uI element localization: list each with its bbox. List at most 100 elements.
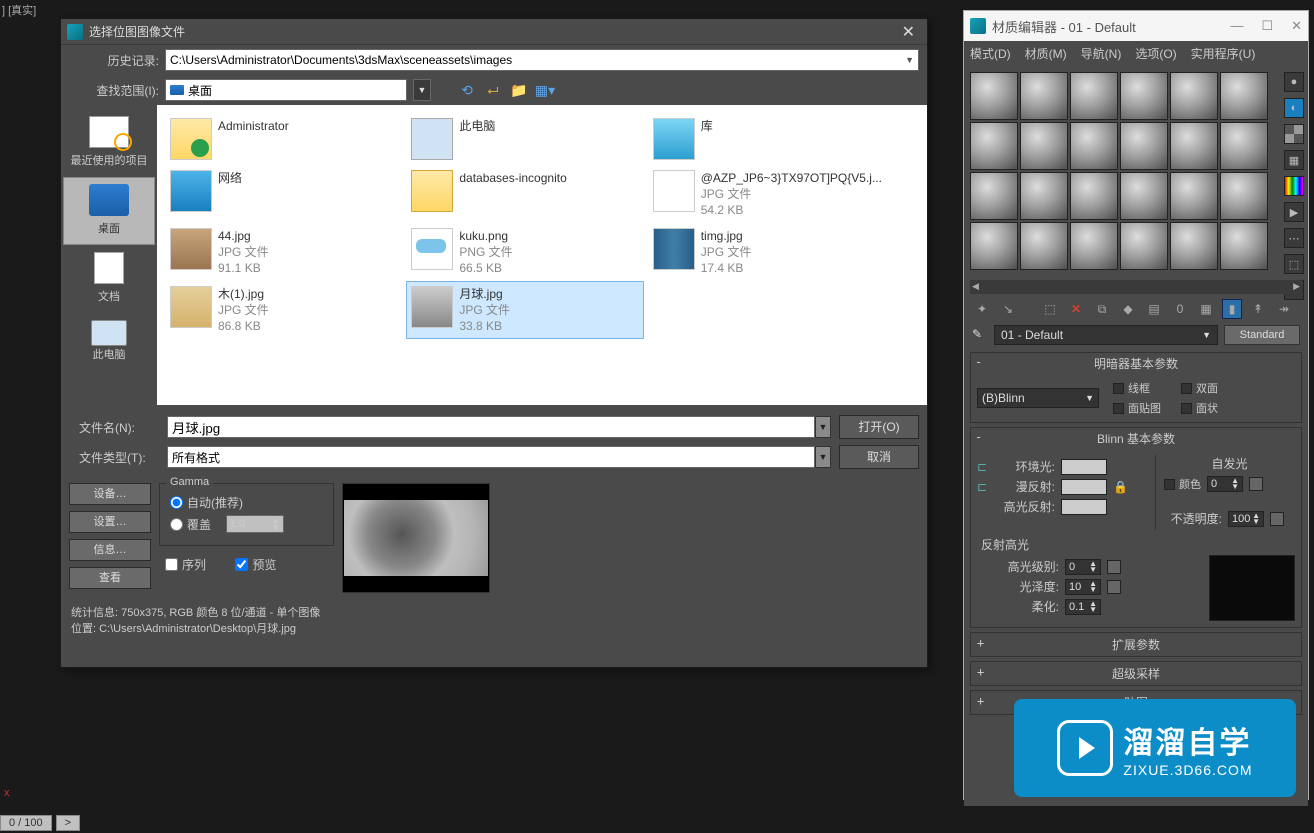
menu-material[interactable]: 材质(M) — [1025, 45, 1067, 62]
gloss-map-button[interactable] — [1107, 580, 1121, 594]
sample-slot[interactable] — [1070, 172, 1118, 220]
sample-slot[interactable] — [1220, 172, 1268, 220]
filetype-dropdown[interactable]: 所有格式 — [167, 446, 815, 468]
go-to-parent-icon[interactable]: ↟ — [1248, 299, 1268, 319]
faceted-checkbox[interactable]: 面状 — [1181, 400, 1218, 416]
put-library-icon[interactable]: ▤ — [1144, 299, 1164, 319]
facemap-checkbox[interactable]: 面贴图 — [1113, 400, 1161, 416]
wire-checkbox[interactable]: 线框 — [1113, 380, 1161, 396]
file-list[interactable]: Administrator 此电脑 库 网络 databases-incogni… — [157, 105, 927, 405]
self-illum-map-button[interactable] — [1249, 477, 1263, 491]
list-item[interactable]: 木(1).jpgJPG 文件86.8 KB — [165, 281, 403, 339]
mat-titlebar[interactable]: 材质编辑器 - 01 - Default — ☐ ✕ — [964, 11, 1308, 41]
material-name-dropdown[interactable]: 01 - Default▼ — [994, 325, 1218, 345]
material-id-icon[interactable]: 0 — [1170, 299, 1190, 319]
sample-slot[interactable] — [1120, 172, 1168, 220]
list-item-selected[interactable]: 月球.jpgJPG 文件33.8 KB — [406, 281, 644, 339]
view-button[interactable]: 查看 — [69, 567, 151, 589]
go-forward-icon[interactable]: ↠ — [1274, 299, 1294, 319]
up-icon[interactable]: ⮠ — [483, 80, 503, 100]
minimize-icon[interactable]: — — [1230, 18, 1243, 34]
make-preview-icon[interactable]: ▶ — [1284, 202, 1304, 222]
show-in-viewport-icon[interactable]: ▦ — [1196, 299, 1216, 319]
reset-icon[interactable]: ✕ — [1066, 299, 1086, 319]
list-item[interactable]: timg.jpgJPG 文件17.4 KB — [648, 223, 886, 281]
show-end-result-icon[interactable]: ▮ — [1222, 299, 1242, 319]
video-color-icon[interactable] — [1284, 176, 1304, 196]
sample-slot[interactable] — [1070, 72, 1118, 120]
sample-type-icon[interactable]: ● — [1284, 72, 1304, 92]
lock-icon[interactable]: ⊏ — [977, 460, 991, 474]
sample-slot[interactable] — [1120, 222, 1168, 270]
make-copy-icon[interactable]: ⧉ — [1092, 299, 1112, 319]
sample-slot[interactable] — [1120, 122, 1168, 170]
put-to-scene-icon[interactable]: ↘ — [998, 299, 1018, 319]
color-checkbox[interactable]: 颜色 — [1164, 476, 1201, 492]
filename-input[interactable] — [167, 416, 815, 438]
list-item[interactable]: Administrator — [165, 113, 403, 165]
spec-level-map-button[interactable] — [1107, 560, 1121, 574]
frame-counter[interactable]: 0 / 100 — [0, 815, 52, 831]
back-icon[interactable]: ⟲ — [457, 80, 477, 100]
gamma-auto-radio[interactable]: 自动(推荐) — [170, 494, 323, 511]
sample-slot[interactable] — [1220, 222, 1268, 270]
new-folder-icon[interactable]: 📁 — [509, 80, 529, 100]
sample-slot[interactable] — [1070, 122, 1118, 170]
sample-slot[interactable] — [970, 222, 1018, 270]
list-item[interactable]: 库 — [648, 113, 886, 165]
list-item[interactable]: kuku.pngPNG 文件66.5 KB — [406, 223, 644, 281]
close-icon[interactable]: ✕ — [896, 22, 921, 42]
frame-arrow[interactable]: > — [56, 815, 80, 831]
sidebar-item-recent[interactable]: 最近使用的项目 — [63, 109, 155, 177]
sidebar-item-documents[interactable]: 文档 — [63, 245, 155, 313]
list-item[interactable]: databases-incognito — [406, 165, 644, 217]
diffuse-swatch[interactable] — [1061, 479, 1107, 495]
list-item[interactable]: 此电脑 — [406, 113, 644, 165]
pick-material-icon[interactable]: ✎ — [972, 327, 988, 343]
self-illum-spinner[interactable]: 0▲▼ — [1207, 476, 1243, 492]
sample-slot[interactable] — [1020, 72, 1068, 120]
specular-swatch[interactable] — [1061, 499, 1107, 515]
make-unique-icon[interactable]: ◆ — [1118, 299, 1138, 319]
sidebar-item-desktop[interactable]: 桌面 — [63, 177, 155, 245]
sample-slot[interactable] — [1120, 72, 1168, 120]
view-menu-icon[interactable]: ▦▾ — [535, 80, 555, 100]
sidebar-item-thispc[interactable]: 此电脑 — [63, 313, 155, 371]
sample-slot[interactable] — [1020, 172, 1068, 220]
sample-slot[interactable] — [1170, 122, 1218, 170]
opacity-map-button[interactable] — [1270, 512, 1284, 526]
options-icon[interactable]: ⋯ — [1284, 228, 1304, 248]
shader-dropdown[interactable]: (B)Blinn▼ — [977, 388, 1099, 408]
close-icon[interactable]: ✕ — [1291, 18, 1302, 34]
open-button[interactable]: 打开(O) — [839, 415, 919, 439]
sample-scrollbar[interactable]: ◀▶ — [970, 280, 1302, 294]
preview-checkbox[interactable]: 预览 — [235, 556, 276, 573]
soften-spinner[interactable]: 0.1▲▼ — [1065, 599, 1101, 615]
gloss-spinner[interactable]: 10▲▼ — [1065, 579, 1101, 595]
menu-mode[interactable]: 模式(D) — [970, 45, 1011, 62]
setup-button[interactable]: 设置… — [69, 511, 151, 533]
spec-level-spinner[interactable]: 0▲▼ — [1065, 559, 1101, 575]
maximize-icon[interactable]: ☐ — [1261, 18, 1273, 34]
lookin-dropdown[interactable]: 桌面 — [165, 79, 407, 101]
menu-options[interactable]: 选项(O) — [1135, 45, 1176, 62]
sample-slot[interactable] — [1070, 222, 1118, 270]
select-by-material-icon[interactable]: ⬚ — [1284, 254, 1304, 274]
ambient-swatch[interactable] — [1061, 459, 1107, 475]
sample-slot[interactable] — [1170, 222, 1218, 270]
sample-slot[interactable] — [1020, 222, 1068, 270]
opacity-spinner[interactable]: 100▲▼ — [1228, 511, 1264, 527]
sample-uv-icon[interactable]: ▦ — [1284, 150, 1304, 170]
lock-icon[interactable]: 🔒 — [1113, 480, 1128, 494]
sample-slot[interactable] — [1170, 172, 1218, 220]
sample-slot[interactable] — [970, 172, 1018, 220]
menu-nav[interactable]: 导航(N) — [1081, 45, 1122, 62]
gamma-override-radio[interactable]: 覆盖 1.0▲▼ — [170, 515, 323, 533]
menu-util[interactable]: 实用程序(U) — [1191, 45, 1256, 62]
list-item[interactable]: 44.jpgJPG 文件91.1 KB — [165, 223, 403, 281]
sequence-checkbox[interactable]: 序列 — [165, 556, 206, 573]
history-dropdown[interactable]: C:\Users\Administrator\Documents\3dsMax\… — [165, 49, 919, 71]
background-icon[interactable] — [1284, 124, 1304, 144]
2sided-checkbox[interactable]: 双面 — [1181, 380, 1218, 396]
info-button[interactable]: 信息… — [69, 539, 151, 561]
